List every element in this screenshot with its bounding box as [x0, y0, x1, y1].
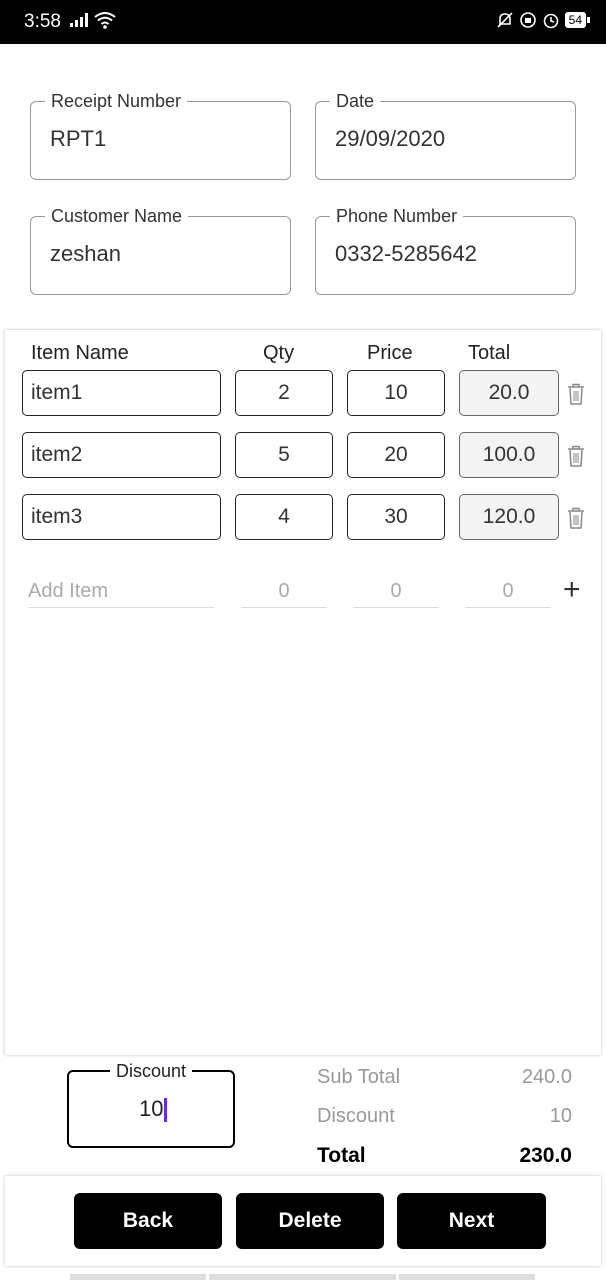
date-label: Date — [330, 90, 381, 112]
discount-label: Discount — [317, 1105, 395, 1127]
subtotal-value: 240.0 — [521, 1066, 572, 1088]
receipt-number-label: Receipt Number — [45, 90, 188, 112]
status-bar: 3:58 54 — [0, 0, 606, 44]
add-item-input[interactable]: Add Item — [28, 575, 214, 608]
data-saver-icon — [519, 12, 536, 28]
discount-input-label: Discount — [109, 1061, 193, 1081]
row-1-name-input[interactable]: item1 — [22, 370, 221, 416]
receipt-number-field[interactable]: Receipt Number RPT1 — [30, 90, 291, 180]
nav-bar-segment — [70, 1274, 206, 1280]
next-button[interactable]: Next — [397, 1193, 546, 1249]
row-2-qty-input[interactable]: 5 — [235, 432, 333, 478]
date-value: 29/09/2020 — [335, 126, 446, 151]
row-2-price-input[interactable]: 20 — [347, 432, 445, 478]
delete-button[interactable]: Delete — [236, 1193, 384, 1249]
total-label: Total — [317, 1144, 366, 1167]
phone-number-label: Phone Number — [330, 205, 464, 227]
phone-number-value: 0332-5285642 — [335, 241, 477, 266]
total-value: 230.0 — [519, 1144, 572, 1167]
add-total-field: 0 — [465, 575, 551, 608]
discount-input-value: 10 — [139, 1096, 164, 1121]
receipt-number-value: RPT1 — [50, 126, 107, 151]
add-price-input[interactable]: 0 — [353, 575, 439, 608]
text-caret — [164, 1098, 167, 1123]
row-1-delete-icon[interactable] — [566, 382, 586, 406]
row-3-qty-input[interactable]: 4 — [235, 494, 333, 540]
nav-bar-segment — [399, 1274, 535, 1280]
header-total: Total — [468, 342, 511, 364]
row-1-total: 20.0 — [459, 370, 559, 416]
status-icons: 54 — [496, 11, 591, 29]
row-1-qty-input[interactable]: 2 — [235, 370, 333, 416]
row-3-total: 120.0 — [459, 494, 559, 540]
add-item-plus-icon[interactable]: + — [563, 575, 581, 605]
phone-number-field[interactable]: Phone Number 0332-5285642 — [315, 205, 576, 295]
discount-value: 10 — [549, 1105, 572, 1127]
row-2-delete-icon[interactable] — [566, 444, 586, 468]
signal-icon — [70, 13, 90, 32]
row-2-name-input[interactable]: item2 — [22, 432, 221, 478]
nav-bar-segment — [209, 1274, 396, 1280]
row-3-delete-icon[interactable] — [566, 506, 586, 530]
row-1-price-input[interactable]: 10 — [347, 370, 445, 416]
subtotal-label: Sub Total — [317, 1066, 401, 1088]
back-button[interactable]: Back — [74, 1193, 222, 1249]
mute-bell-icon — [497, 12, 513, 28]
customer-name-field[interactable]: Customer Name zeshan — [30, 205, 291, 295]
date-field[interactable]: Date 29/09/2020 — [315, 90, 576, 180]
customer-name-label: Customer Name — [45, 205, 189, 227]
row-3-price-input[interactable]: 30 — [347, 494, 445, 540]
battery-icon: 54 — [564, 12, 591, 28]
row-2-total: 100.0 — [459, 432, 559, 478]
alarm-icon — [543, 13, 558, 29]
items-card: Item Name Qty Price Total item1 2 10 20.… — [5, 330, 601, 1055]
status-time: 3:58 — [24, 11, 61, 32]
header-qty: Qty — [263, 342, 295, 364]
add-qty-input[interactable]: 0 — [241, 575, 327, 608]
customer-name-value: zeshan — [50, 241, 121, 266]
row-3-name-input[interactable]: item3 — [22, 494, 221, 540]
header-item-name: Item Name — [31, 342, 129, 364]
header-price: Price — [367, 342, 413, 364]
discount-input[interactable]: Discount 10 — [67, 1061, 235, 1148]
wifi-icon — [94, 11, 116, 34]
